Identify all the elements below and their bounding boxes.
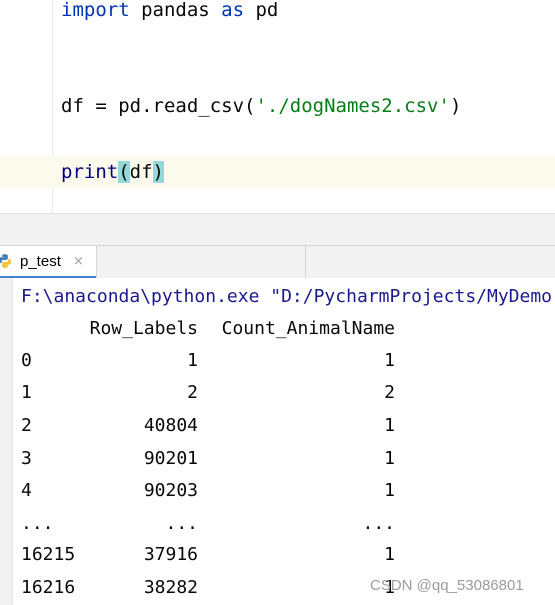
count-cell: 1 [384,480,395,501]
header-divider [305,246,306,278]
column-header: Count_AnimalName [221,318,395,339]
count-cell: 2 [384,382,395,403]
row-index: 16215 [21,544,76,565]
count-cell: 1 [384,577,395,598]
code-text: df [129,161,153,183]
keyword-import: import [61,0,130,21]
row-labels-cell: 90203 [143,480,198,501]
close-paren-highlight: ) [152,161,164,183]
row-index: 2 [21,415,32,436]
run-tab-p-test[interactable]: p_test × [0,246,97,279]
builtin-print: print [61,161,119,183]
code-text: pd [244,0,279,21]
row-labels-cell: 38282 [143,577,198,598]
code-text: ) [449,95,462,117]
console-command-line: F:\anaconda\python.exe "D:/PycharmProjec… [21,286,553,307]
row-index: 0 [21,350,32,371]
string-literal: './dogNames2.csv' [255,95,450,117]
count-cell: 1 [384,448,395,469]
panel-splitter[interactable] [0,213,555,246]
run-console[interactable]: F:\anaconda\python.exe "D:/PycharmProjec… [0,278,555,605]
row-labels-cell: 90201 [143,448,198,469]
code-line-import[interactable]: import pandas as pd [61,0,278,22]
row-index: 16216 [21,577,76,598]
row-labels-cell: ... [165,513,198,534]
keyword-as: as [221,0,245,21]
code-line-read-csv[interactable]: df = pd.read_csv('./dogNames2.csv') [61,94,461,118]
watermark: CSDN @qq_53086801 [370,577,524,594]
open-paren-highlight: ( [118,161,130,183]
count-cell: ... [362,513,395,534]
row-index: 3 [21,448,32,469]
row-index: ... [21,513,54,534]
run-tab-label: p_test [20,253,61,270]
row-labels-cell: 1 [187,350,198,371]
column-header: Row_Labels [89,318,198,339]
python-icon [0,254,11,268]
row-index: 1 [21,382,32,403]
run-tool-window-header: p_test × [0,245,555,279]
count-cell: 1 [384,544,395,565]
code-editor[interactable]: import pandas as pd df = pd.read_csv('./… [0,0,555,213]
count-cell: 1 [384,415,395,436]
count-cell: 1 [384,350,395,371]
row-index: 4 [21,480,32,501]
row-labels-cell: 37916 [143,544,198,565]
close-icon[interactable]: × [73,254,84,270]
row-labels-cell: 40804 [143,415,198,436]
code-text: pandas [129,0,222,21]
code-line-print[interactable]: print(df) [61,160,164,184]
row-labels-cell: 2 [187,382,198,403]
console-gutter [0,278,13,605]
code-text: df = pd.read_csv( [61,95,256,117]
